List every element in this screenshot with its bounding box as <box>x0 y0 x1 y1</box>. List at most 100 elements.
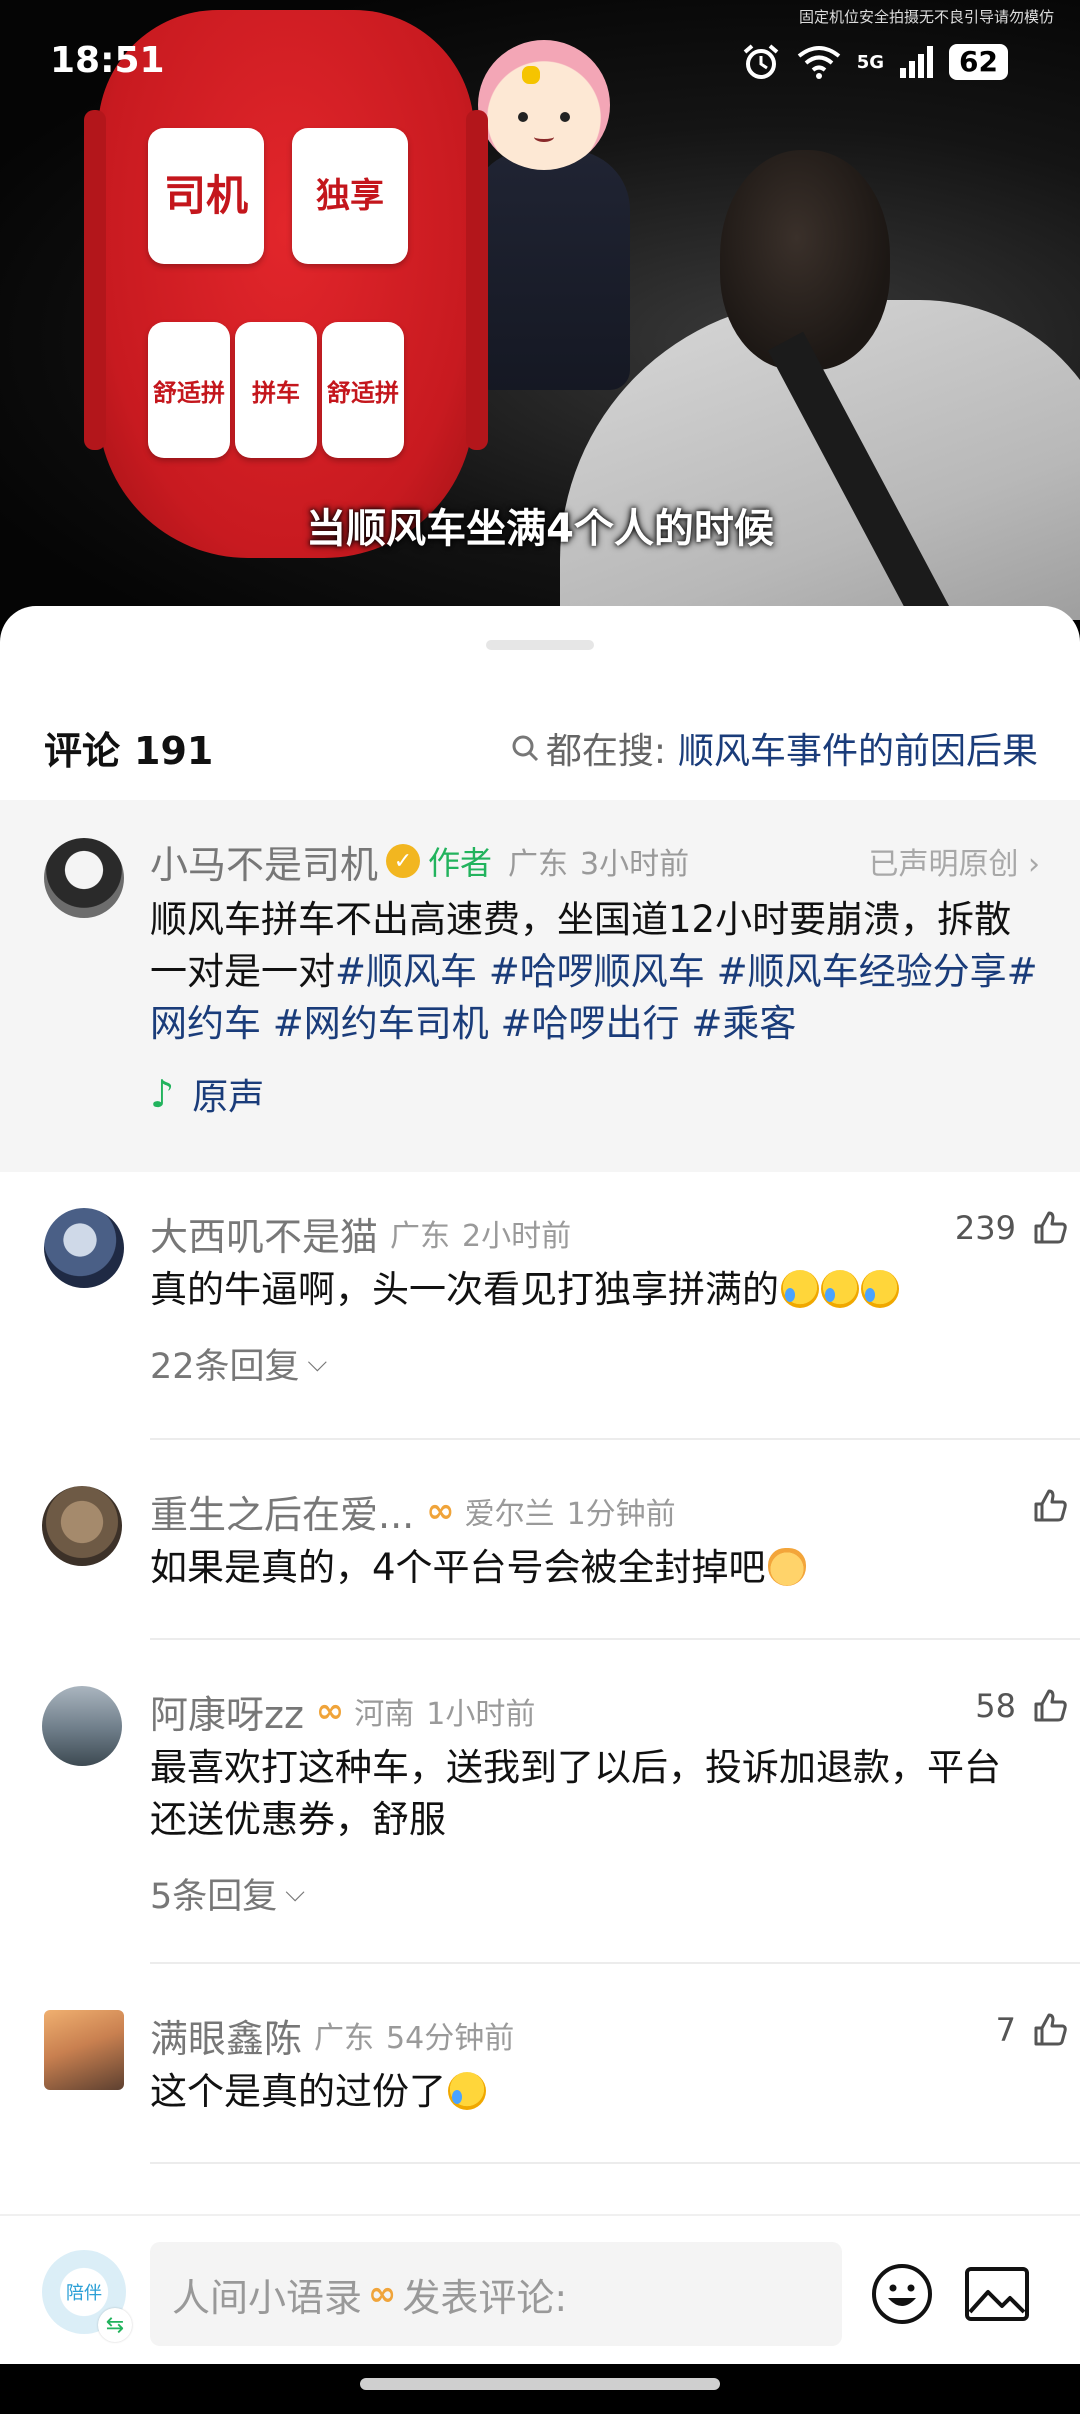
seat-driver: 司机 <box>148 128 264 264</box>
expand-replies-button[interactable]: 22条回复 ⌵ <box>150 1338 1030 1389</box>
chevron-down-icon: ⌵ <box>307 1348 328 1378</box>
search-prefix: 都在搜: <box>545 731 666 772</box>
comment-text-content: 真的牛逼啊，头一次看见打独享拼满的 <box>150 1268 779 1311</box>
chevron-right-icon: › <box>1028 847 1040 882</box>
commenter-name[interactable]: 满眼鑫陈 <box>150 2008 302 2063</box>
comment-time: 2小时前 <box>462 1219 572 1254</box>
crying-laughing-emoji-icon <box>448 2072 486 2110</box>
comments-label: 评论 <box>44 729 121 773</box>
author-time: 3小时前 <box>580 847 690 882</box>
like-button[interactable]: 239 <box>955 1208 1070 1248</box>
comment-time: 1小时前 <box>426 1697 536 1732</box>
comment-location: 爱尔兰 <box>464 1497 555 1532</box>
author-name[interactable]: 小马不是司机 <box>150 834 378 889</box>
verified-badge-icon: ✓ <box>386 844 421 878</box>
cat-face-emoji-icon <box>767 1548 806 1586</box>
hashtag[interactable]: #哈啰顺风车 <box>489 950 705 993</box>
comment-input-bar: 陪伴 ⇆ 人间小语录 ∞ 发表评论: <box>0 2214 1080 2364</box>
commenter-avatar[interactable] <box>42 1686 122 1766</box>
author-avatar[interactable] <box>44 838 124 918</box>
hashtag[interactable]: #乘客 <box>691 1002 796 1045</box>
seat-carpool: 拼车 <box>235 322 317 458</box>
comment-location: 河南 <box>354 1697 415 1732</box>
video-subtitle: 当顺风车坐满4个人的时候 <box>306 506 774 552</box>
divider <box>150 1438 1080 1440</box>
home-indicator[interactable] <box>360 2378 720 2390</box>
replies-count: 5条回复 <box>150 1877 278 1917</box>
comments-count: 评论 191 <box>44 720 213 775</box>
commenter-avatar[interactable] <box>44 1208 124 1288</box>
battery-level: 62 <box>949 44 1008 80</box>
video-player[interactable]: 司机 独享 舒适拼 拼车 舒适拼 固定机位安全拍摄无不良引导请勿模仿 18:51… <box>0 0 1080 620</box>
signal-bars-icon <box>900 46 934 78</box>
search-icon <box>512 735 538 762</box>
seat-exclusive: 独享 <box>292 128 408 264</box>
author-tag: 作者 <box>428 844 493 882</box>
comment-text: 这个是真的过份了 <box>150 2066 1030 2118</box>
expand-replies-button[interactable]: 5条回复 ⌵ <box>150 1868 1030 1919</box>
like-count: 58 <box>975 1687 1016 1725</box>
hashtag[interactable]: #顺风车 <box>335 950 477 993</box>
input-placeholder: 发表评论: <box>402 2275 568 2320</box>
safety-watermark: 固定机位安全拍摄无不良引导请勿模仿 <box>798 8 1054 26</box>
vip-badge-icon: ∞ <box>368 2274 397 2314</box>
commenter-avatar[interactable] <box>44 2010 124 2090</box>
comment-time: 54分钟前 <box>386 2021 515 2056</box>
divider <box>150 1638 1080 1640</box>
original-claim-link[interactable]: 已声明原创 › <box>868 839 1040 883</box>
crying-laughing-emoji-icon <box>861 1270 899 1308</box>
commenter-name[interactable]: 阿康呀zz <box>150 1684 304 1739</box>
like-count: 7 <box>995 2011 1016 2049</box>
like-count: 239 <box>954 1209 1016 1247</box>
commenter-name[interactable]: 重生之后在爱... <box>150 1484 414 1539</box>
hashtag[interactable]: #哈啰出行 <box>501 1002 680 1045</box>
comment-text: 真的牛逼啊，头一次看见打独享拼满的 <box>150 1264 1030 1316</box>
original-claim-label: 已声明原创 <box>868 847 1019 882</box>
commenter-avatar[interactable] <box>42 1486 122 1566</box>
thumbs-up-icon <box>1034 2013 1067 2046</box>
emoji-picker-icon[interactable] <box>870 2262 934 2326</box>
chevron-down-icon: ⌵ <box>285 1878 305 1908</box>
author-post: 小马不是司机 ✓ 作者 广东 3小时前 已声明原创 › 顺风车拼车不出高速费，坐… <box>0 800 1080 1172</box>
comments-header: 评论 191 都在搜: 顺风车事件的前因后果 <box>0 706 1080 786</box>
hashtag[interactable]: #网约车司机 <box>273 1002 489 1045</box>
like-button[interactable]: 7 <box>996 2010 1070 2050</box>
thumbs-up-icon <box>1034 1489 1067 1522</box>
original-sound-link[interactable]: ♪ 原声 <box>150 1068 1040 1120</box>
passenger-figure <box>470 150 630 390</box>
thumbs-up-icon <box>1034 1211 1067 1244</box>
comment-input[interactable]: 人间小语录 ∞ 发表评论: <box>150 2242 842 2346</box>
vip-badge-icon: ∞ <box>426 1491 455 1531</box>
search-keyword[interactable]: 顺风车事件的前因后果 <box>678 722 1038 774</box>
wifi-icon <box>797 46 840 79</box>
comments-sheet: 评论 191 都在搜: 顺风车事件的前因后果 小马不是司机 ✓ 作者 广东 3小时… <box>0 606 1080 2414</box>
crying-laughing-emoji-icon <box>781 1270 819 1308</box>
comments-number: 191 <box>134 729 214 773</box>
trending-search-link[interactable]: 都在搜: 顺风车事件的前因后果 <box>510 722 1038 774</box>
like-button[interactable]: 58 <box>975 1686 1070 1726</box>
seat-comfort-share-2: 舒适拼 <box>322 322 404 458</box>
comment-time: 1分钟前 <box>566 1497 676 1532</box>
divider <box>150 1962 1080 1964</box>
comment-text-content: 这个是真的过份了 <box>150 2070 446 2113</box>
like-button[interactable] <box>1016 1486 1070 1526</box>
music-note-icon: ♪ <box>150 1072 175 1116</box>
seat-comfort-share-1: 舒适拼 <box>148 322 230 458</box>
author-location: 广东 <box>508 847 569 882</box>
comment-location: 广东 <box>314 2021 375 2056</box>
sheet-drag-handle[interactable] <box>486 640 594 650</box>
thumbs-up-icon <box>1034 1689 1067 1722</box>
image-picker-icon[interactable] <box>964 2266 1030 2322</box>
seat-layout-graphic: 司机 独享 舒适拼 拼车 舒适拼 <box>84 10 488 558</box>
alarm-icon <box>743 44 779 79</box>
comment-text: 最喜欢打这种车，送我到了以后，投诉加退款，平台还送优惠券，舒服 <box>150 1746 1001 1841</box>
replies-count: 22条回复 <box>150 1347 300 1387</box>
music-label: 原声 <box>192 1077 265 1118</box>
post-text: 顺风车拼车不出高速费，坐国道12小时要崩溃，拆散一对是一对#顺风车 #哈啰顺风车… <box>150 894 1040 1050</box>
vip-badge-icon: ∞ <box>315 1691 345 1731</box>
switch-identity-icon[interactable]: ⇆ <box>98 2308 132 2342</box>
hashtag[interactable]: #顺风车经验分享 <box>717 950 1007 993</box>
commenter-name[interactable]: 大西叽不是猫 <box>150 1206 378 1261</box>
crying-laughing-emoji-icon <box>821 1270 859 1308</box>
status-time: 18:51 <box>50 40 165 81</box>
